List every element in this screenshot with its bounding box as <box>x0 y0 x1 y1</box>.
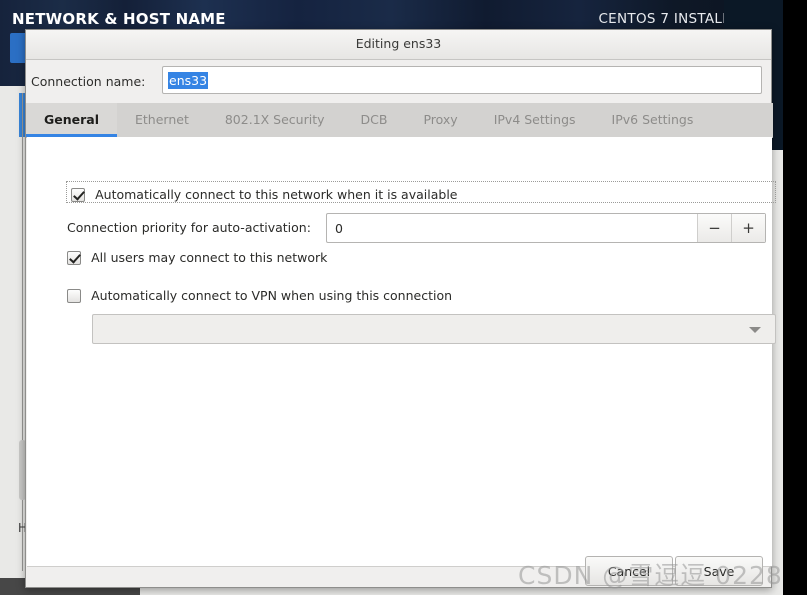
connection-name-row: Connection name: ens33 <box>26 63 773 103</box>
connection-priority-stepper[interactable]: 0 − + <box>326 213 766 243</box>
minus-icon[interactable]: − <box>697 214 731 242</box>
dialog-title: Editing ens33 <box>355 36 442 51</box>
tab-ipv4-settings[interactable]: IPv4 Settings <box>476 103 594 137</box>
general-tab-panel: Automatically connect to this network wh… <box>27 137 776 567</box>
auto-connect-label: Automatically connect to this network wh… <box>95 187 458 202</box>
all-users-checkbox[interactable]: All users may connect to this network <box>67 247 327 266</box>
chevron-down-icon <box>749 327 761 333</box>
dialog-titlebar[interactable]: Editing ens33 <box>26 30 771 60</box>
checkbox-icon-checked <box>71 188 85 202</box>
screen: NETWORK & HOST NAME CENTOS 7 INSTALLATIO… <box>0 0 807 595</box>
page-title: NETWORK & HOST NAME <box>12 10 226 28</box>
checkbox-icon-checked <box>67 251 81 265</box>
cancel-button[interactable]: Cancel <box>585 556 673 586</box>
auto-connect-checkbox-row[interactable]: Automatically connect to this network wh… <box>66 181 776 203</box>
edit-connection-dialog: Editing ens33 Connection name: ens33 Gen… <box>25 29 776 589</box>
dialog-footer: Cancel Save <box>26 556 773 589</box>
save-button[interactable]: Save <box>675 556 763 586</box>
connection-name-label: Connection name: <box>31 74 146 89</box>
connection-priority-label: Connection priority for auto-activation: <box>67 220 311 235</box>
tab-general[interactable]: General <box>26 103 117 137</box>
settings-tabstrip: General Ethernet 802.1X Security DCB Pro… <box>26 103 773 138</box>
auto-connect-checkbox[interactable]: Automatically connect to this network wh… <box>71 184 457 203</box>
connection-priority-row: Connection priority for auto-activation:… <box>67 213 767 243</box>
checkbox-icon-unchecked <box>67 289 81 303</box>
auto-vpn-checkbox[interactable]: Automatically connect to VPN when using … <box>67 285 452 304</box>
tab-8021x-security[interactable]: 802.1X Security <box>207 103 343 137</box>
tab-ethernet[interactable]: Ethernet <box>117 103 207 137</box>
auto-vpn-label: Automatically connect to VPN when using … <box>91 288 453 303</box>
tab-dcb[interactable]: DCB <box>343 103 406 137</box>
tab-proxy[interactable]: Proxy <box>405 103 475 137</box>
connection-priority-value: 0 <box>335 221 343 236</box>
connection-name-input[interactable]: ens33 <box>162 66 762 94</box>
tab-ipv6-settings[interactable]: IPv6 Settings <box>594 103 712 137</box>
connection-name-value: ens33 <box>168 72 209 89</box>
all-users-label: All users may connect to this network <box>91 250 328 265</box>
vpn-connection-select[interactable] <box>92 314 776 344</box>
plus-icon[interactable]: + <box>731 214 765 242</box>
